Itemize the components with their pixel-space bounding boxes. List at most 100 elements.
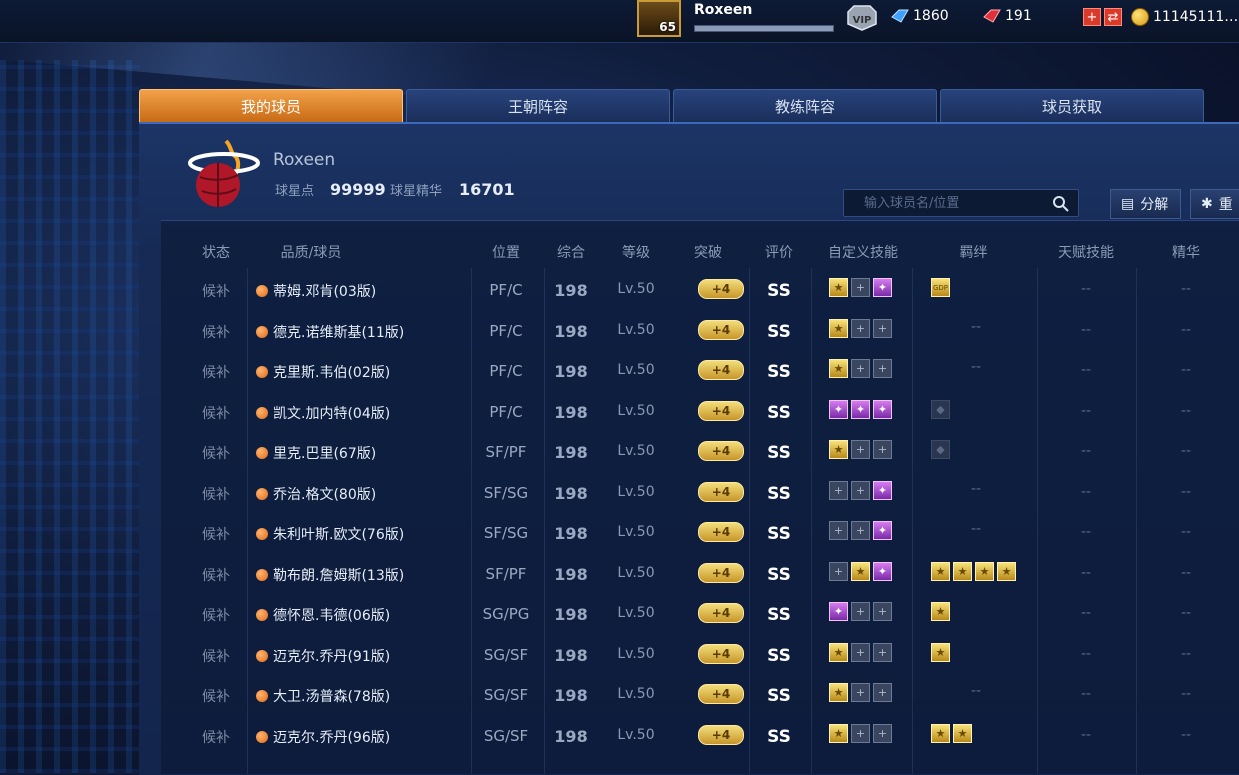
add-skill-slot-icon[interactable]: + [873, 318, 892, 338]
faded-bond-icon[interactable]: ◆ [931, 440, 950, 459]
add-skill-slot-icon[interactable]: + [829, 561, 848, 581]
gold-skill-icon[interactable]: ★ [829, 278, 848, 297]
purple-skill-icon[interactable]: ✦ [873, 480, 892, 500]
header-breakthrough[interactable]: 突破 [673, 242, 743, 262]
exchange-icon[interactable]: ⇄ [1104, 8, 1122, 26]
purple-skill-icon[interactable]: ✦ [851, 399, 870, 419]
add-skill-slot-icon[interactable]: + [851, 602, 870, 621]
add-skill-slot-icon[interactable]: + [873, 359, 892, 378]
custom-skills: ✦ + + [829, 602, 909, 621]
table-row[interactable]: 候补 克里斯.韦伯(02版) PF/C 198 Lv.50 +4 SS ★ + + -- -- -- [161, 352, 1239, 392]
gold-bond-icon[interactable]: ★ [931, 642, 950, 662]
gold-skill-icon[interactable]: ★ [829, 359, 848, 378]
player-name-cell[interactable]: 大卫.汤普森(78版) [256, 686, 456, 706]
header-position[interactable]: 位置 [471, 242, 541, 262]
purple-skill-icon[interactable]: ✦ [873, 278, 892, 297]
add-skill-slot-icon[interactable]: + [873, 642, 892, 662]
player-name-cell[interactable]: 里克.巴里(67版) [256, 443, 456, 463]
add-skill-slot-icon[interactable]: + [873, 602, 892, 621]
heat-team-logo-icon [188, 139, 260, 207]
purple-skill-icon[interactable]: ✦ [873, 521, 892, 540]
custom-skills: ★ + + [829, 359, 909, 378]
red-ticket-icon [983, 9, 1001, 23]
table-row[interactable]: 候补 蒂姆.邓肯(03版) PF/C 198 Lv.50 +4 SS ★ + ✦ GDP -- -- [161, 271, 1239, 311]
player-position: SG/SF [483, 726, 529, 745]
player-overall: 198 [554, 524, 588, 543]
table-row[interactable]: 候补 乔治.格文(80版) SF/SG 198 Lv.50 +4 SS + + ✦ -- -- -- [161, 474, 1239, 514]
split-button[interactable]: ▤ 分解 [1110, 189, 1181, 219]
player-name-cell[interactable]: 勒布朗.詹姆斯(13版) [256, 565, 456, 585]
table-row[interactable]: 候补 朱利叶斯.欧文(76版) SF/SG 198 Lv.50 +4 SS + + ✦ -- -- -- [161, 514, 1239, 554]
player-name-cell[interactable]: 蒂姆.邓肯(03版) [256, 281, 456, 301]
gold-bond-icon[interactable]: ★ [953, 561, 972, 581]
tab-player-acquire[interactable]: 球员获取 [940, 89, 1204, 122]
gold-bond-icon[interactable]: ★ [931, 561, 950, 581]
recharge-plus-icon[interactable]: + [1083, 8, 1101, 26]
player-name-cell[interactable]: 朱利叶斯.欧文(76版) [256, 524, 456, 544]
player-name-cell[interactable]: 德克.诺维斯基(11版) [256, 322, 456, 342]
add-skill-slot-icon[interactable]: + [851, 642, 870, 662]
tab-my-players[interactable]: 我的球员 [139, 89, 403, 122]
add-skill-slot-icon[interactable]: + [851, 278, 870, 297]
vip-badge-icon[interactable]: VIP [844, 2, 880, 32]
top-bar: 65 Roxeen VIP 1860 191 + ⇄ 11145111… [0, 0, 1239, 43]
purple-skill-icon[interactable]: ✦ [829, 602, 848, 621]
table-row[interactable]: 候补 迈克尔.乔丹(96版) SG/SF 198 Lv.50 +4 SS ★ + + ★ ★ -- -- [161, 717, 1239, 757]
gold-skill-icon[interactable]: ★ [829, 683, 848, 702]
search-input[interactable] [844, 190, 1044, 216]
add-skill-slot-icon[interactable]: + [851, 683, 870, 702]
gold-skill-icon[interactable]: ★ [829, 318, 848, 338]
table-row[interactable]: 候补 凯文.加内特(04版) PF/C 198 Lv.50 +4 SS ✦ ✦ ✦ ◆ -- -- [161, 393, 1239, 433]
add-skill-slot-icon[interactable]: + [829, 521, 848, 540]
gold-skill-icon[interactable]: ★ [829, 723, 848, 743]
table-row[interactable]: 候补 德克.诺维斯基(11版) PF/C 198 Lv.50 +4 SS ★ + + -- -- -- [161, 312, 1239, 352]
add-skill-slot-icon[interactable]: + [851, 723, 870, 743]
tab-coach-lineup[interactable]: 教练阵容 [673, 89, 937, 122]
custom-skills: ★ + + [829, 642, 909, 662]
player-name-cell[interactable]: 迈克尔.乔丹(91版) [256, 646, 456, 666]
star-points-label: 球星点 [275, 184, 315, 199]
add-skill-slot-icon[interactable]: + [851, 359, 870, 378]
reset-button[interactable]: ✱ 重 [1190, 189, 1239, 219]
gold-skill-icon[interactable]: ★ [851, 561, 870, 581]
add-skill-slot-icon[interactable]: + [829, 480, 848, 500]
quality-dot-icon [256, 447, 268, 459]
player-name-cell[interactable]: 迈克尔.乔丹(96版) [256, 727, 456, 747]
add-skill-slot-icon[interactable]: + [873, 683, 892, 702]
player-name-cell[interactable]: 乔治.格文(80版) [256, 484, 456, 504]
add-skill-slot-icon[interactable]: + [851, 318, 870, 338]
essence-value: -- [1180, 524, 1192, 540]
add-skill-slot-icon[interactable]: + [851, 440, 870, 459]
faded-bond-icon[interactable]: ◆ [931, 399, 950, 419]
tab-dynasty-lineup[interactable]: 王朝阵容 [406, 89, 670, 122]
player-avatar[interactable]: 65 [637, 0, 681, 37]
add-skill-slot-icon[interactable]: + [873, 723, 892, 743]
table-row[interactable]: 候补 勒布朗.詹姆斯(13版) SF/PF 198 Lv.50 +4 SS + ★ ✦ ★ ★ ★ ★ --… [161, 555, 1239, 595]
header-level[interactable]: 等级 [601, 242, 671, 262]
gold-bond-icon[interactable]: ★ [931, 723, 950, 743]
gold-bond-icon[interactable]: ★ [975, 561, 994, 581]
player-name-cell[interactable]: 凯文.加内特(04版) [256, 403, 456, 423]
gold-bond-icon[interactable]: ★ [931, 602, 950, 621]
add-skill-slot-icon[interactable]: + [851, 521, 870, 540]
purple-skill-icon[interactable]: ✦ [829, 399, 848, 419]
bond-gdp-icon[interactable]: GDP [931, 278, 950, 297]
table-row[interactable]: 候补 迈克尔.乔丹(91版) SG/SF 198 Lv.50 +4 SS ★ + + ★ -- -- [161, 636, 1239, 676]
gold-skill-icon[interactable]: ★ [829, 642, 848, 662]
header-overall[interactable]: 综合 [536, 242, 606, 262]
add-skill-slot-icon[interactable]: + [851, 480, 870, 500]
header-grade[interactable]: 评价 [744, 242, 814, 262]
add-skill-slot-icon[interactable]: + [873, 440, 892, 459]
purple-skill-icon[interactable]: ✦ [873, 399, 892, 419]
talent-skill: -- [1080, 605, 1092, 621]
gold-bond-icon[interactable]: ★ [953, 723, 972, 743]
search-icon[interactable] [1052, 195, 1070, 213]
table-row[interactable]: 候补 德怀恩.韦德(06版) SG/PG 198 Lv.50 +4 SS ✦ + + ★ -- -- [161, 595, 1239, 635]
player-name-cell[interactable]: 克里斯.韦伯(02版) [256, 362, 456, 382]
purple-skill-icon[interactable]: ✦ [873, 561, 892, 581]
gold-bond-icon[interactable]: ★ [997, 561, 1016, 581]
gold-skill-icon[interactable]: ★ [829, 440, 848, 459]
table-row[interactable]: 候补 里克.巴里(67版) SF/PF 198 Lv.50 +4 SS ★ + + ◆ -- -- [161, 433, 1239, 473]
player-name-cell[interactable]: 德怀恩.韦德(06版) [256, 605, 456, 625]
table-row[interactable]: 候补 大卫.汤普森(78版) SG/SF 198 Lv.50 +4 SS ★ + + -- -- -- [161, 676, 1239, 716]
